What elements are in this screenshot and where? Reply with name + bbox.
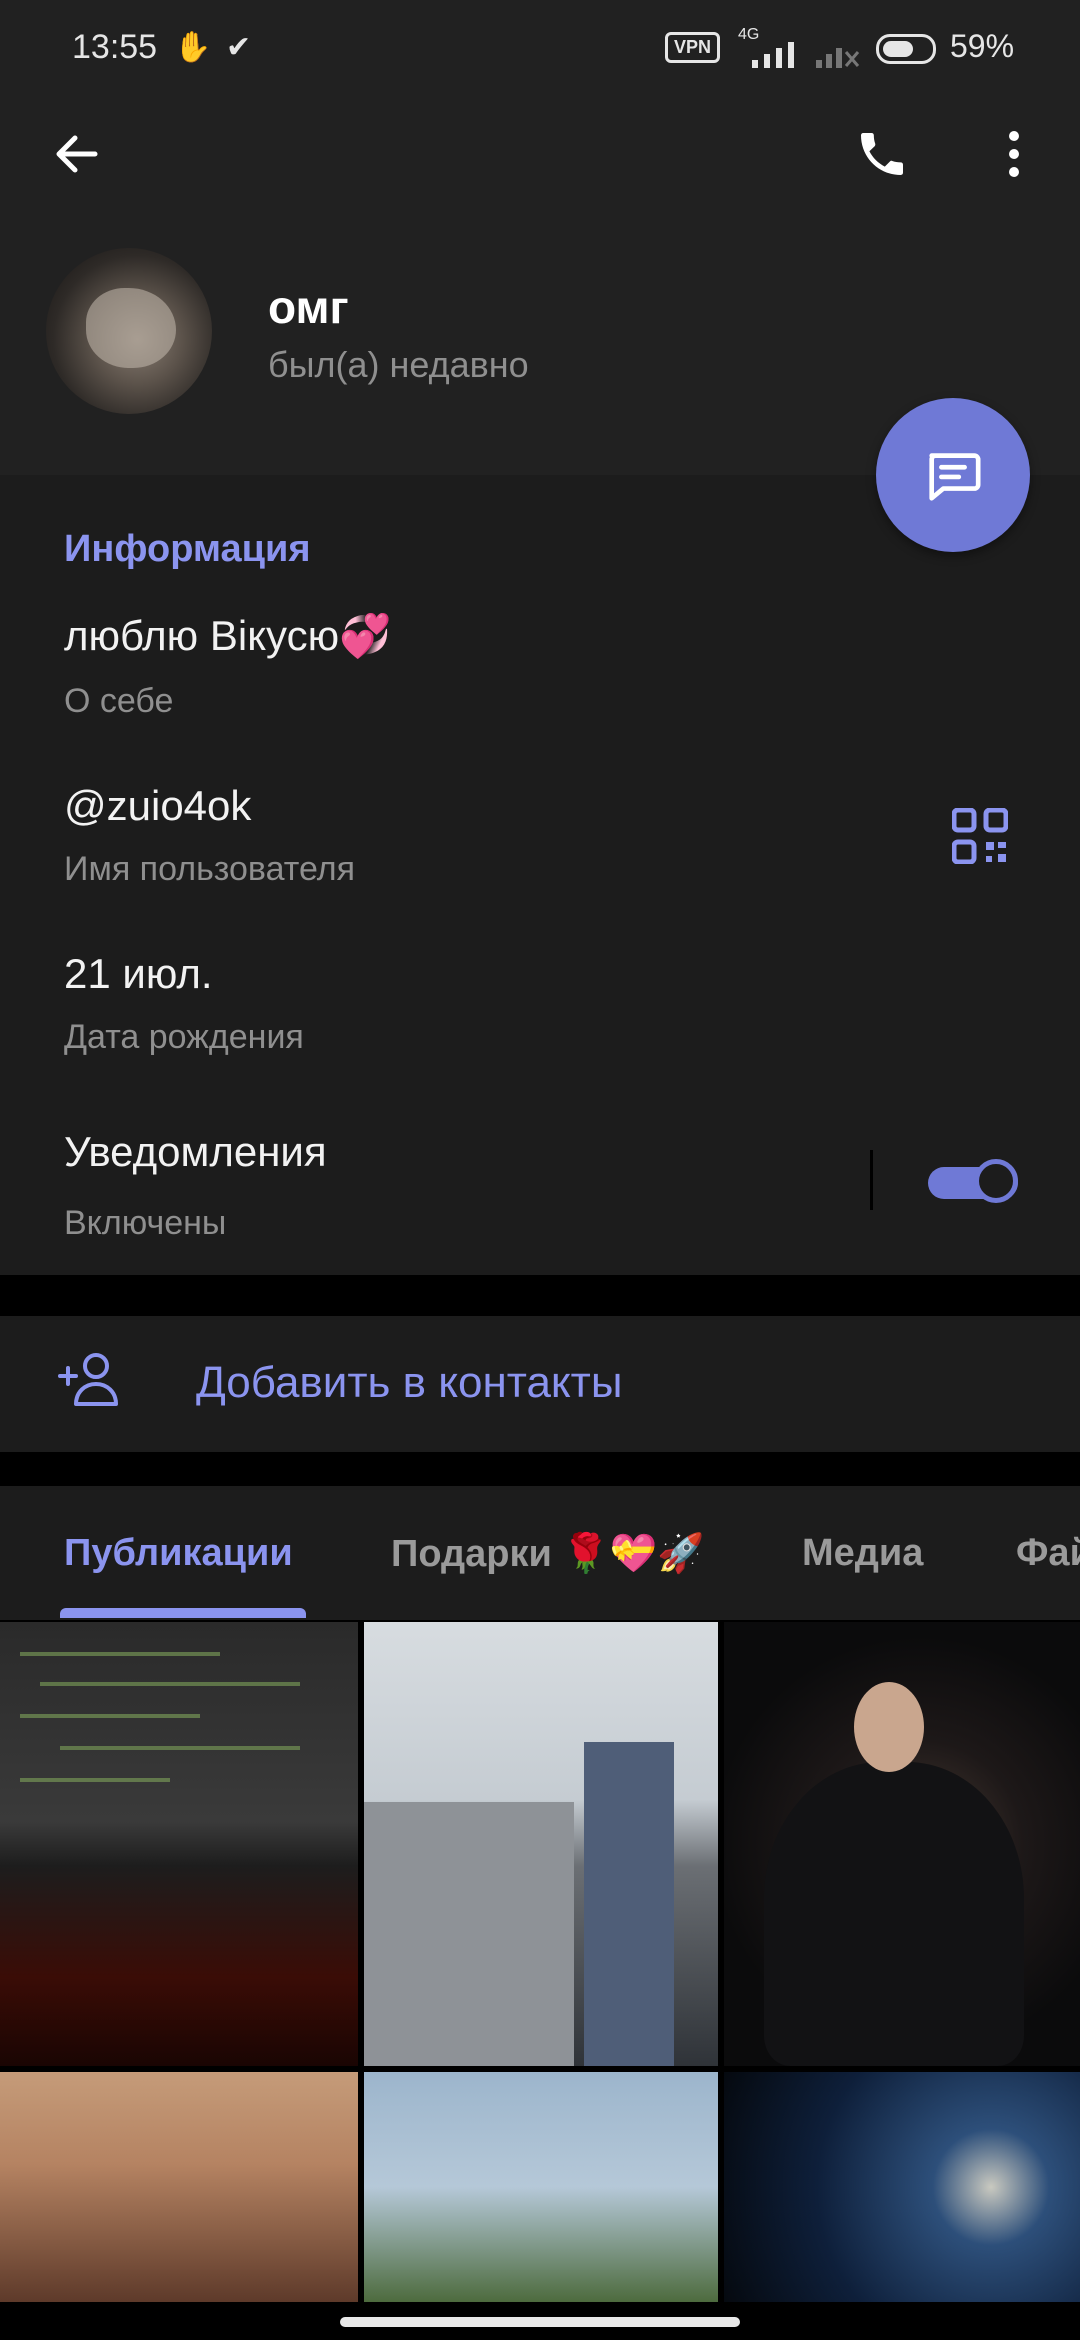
call-button[interactable]: [842, 114, 922, 194]
tab-files[interactable]: Фай: [1016, 1532, 1080, 1575]
tower-shape: [584, 1742, 674, 2066]
figure-shape: [764, 1762, 1024, 2066]
divider: [870, 1150, 873, 1210]
home-handle[interactable]: [340, 2317, 740, 2327]
last-seen-status: был(а) недавно: [268, 344, 529, 385]
media-thumbnail[interactable]: [364, 2072, 718, 2302]
media-thumbnail[interactable]: [0, 2072, 358, 2302]
info-section-title: Информация: [64, 528, 311, 570]
active-tab-indicator: [60, 1608, 306, 1618]
notifications-title[interactable]: Уведомления: [64, 1128, 327, 1176]
status-bar: 13:55 ✋ ✔ VPN 4G 59%: [0, 0, 1080, 100]
battery-percent: 59%: [950, 28, 1015, 64]
username-label: Имя пользователя: [64, 850, 355, 888]
qr-code-icon[interactable]: [952, 808, 1008, 864]
tab-media[interactable]: Медиа: [802, 1532, 923, 1575]
media-thumbnail[interactable]: [0, 1622, 358, 2066]
add-contact-label: Добавить в контакты: [196, 1358, 623, 1407]
message-icon: [929, 453, 981, 501]
signal-off-icon: [816, 48, 860, 68]
phone-icon: [861, 133, 903, 175]
bio-label: О себе: [64, 682, 174, 720]
message-button[interactable]: [876, 398, 1030, 552]
birthday-text[interactable]: 21 июл.: [64, 950, 213, 998]
vpn-badge: VPN: [665, 32, 721, 63]
status-time: 13:55: [72, 28, 158, 66]
more-vert-icon: [1009, 131, 1019, 177]
face-shape: [854, 1682, 924, 1772]
birthday-label: Дата рождения: [64, 1018, 304, 1056]
avatar-photo: [86, 288, 176, 368]
hand-icon: ✋: [174, 31, 212, 64]
add-person-icon: [58, 1353, 118, 1406]
username-text[interactable]: @zuio4ok: [64, 782, 251, 830]
check-icon: ✔: [226, 31, 252, 64]
notifications-toggle[interactable]: [928, 1155, 1022, 1207]
media-thumbnail[interactable]: [364, 1622, 718, 2066]
more-button[interactable]: [974, 114, 1054, 194]
avatar[interactable]: [46, 248, 212, 414]
battery-icon: [876, 34, 936, 64]
media-thumbnail[interactable]: [724, 1622, 1080, 2066]
notifications-state: Включены: [64, 1204, 227, 1242]
building-shape: [364, 1802, 574, 2066]
tab-publications[interactable]: Публикации: [64, 1532, 293, 1575]
signal-icon: [752, 42, 794, 68]
tab-gifts[interactable]: Подарки 🌹💝🚀: [391, 1532, 704, 1576]
profile-name: омг: [268, 281, 349, 333]
back-button[interactable]: [36, 114, 116, 194]
bio-text[interactable]: люблю Вікусю💞: [64, 612, 391, 661]
back-arrow-icon: [56, 135, 98, 173]
media-thumbnail[interactable]: [724, 2072, 1080, 2302]
